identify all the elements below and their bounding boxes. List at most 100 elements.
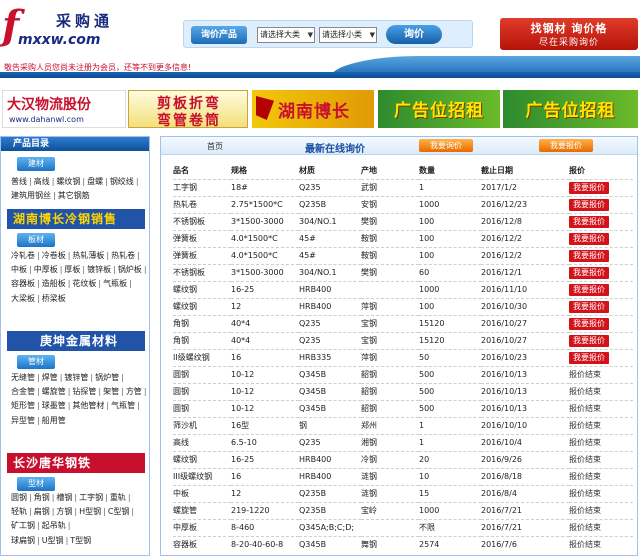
category-link[interactable]: 建筑用钢丝 bbox=[11, 191, 51, 200]
category-link[interactable]: 扁钢 bbox=[34, 507, 50, 516]
category-link[interactable]: 锅炉板 bbox=[118, 265, 142, 274]
category-minor-select[interactable]: 请选择小类 ▼ bbox=[319, 27, 377, 43]
category-link[interactable]: 无缝管 bbox=[11, 373, 35, 382]
request-inquiry-button[interactable]: 我要询价 bbox=[419, 139, 473, 152]
category-link[interactable]: 合金管 bbox=[11, 387, 35, 396]
quote-button[interactable]: 我要报价 bbox=[569, 249, 609, 262]
category-link[interactable]: 普线 bbox=[11, 177, 27, 186]
table-row[interactable]: 螺纹钢 12 HRB400 萍钢 100 2016/10/30 我要报价 bbox=[173, 297, 633, 315]
promo-banner[interactable]: 找钢材 询价格 尽在采购询价 bbox=[500, 18, 638, 50]
submit-quote-button[interactable]: 我要报价 bbox=[539, 139, 593, 152]
category-link[interactable]: 大梁板 bbox=[11, 294, 35, 303]
category-link[interactable]: 方管 bbox=[126, 387, 142, 396]
table-row[interactable]: 圆钢 10-12 Q345B 韶钢 500 2016/10/13 报价结束 bbox=[173, 399, 633, 417]
table-row[interactable]: 中厚板 8-460 Q345A;B;C;D; 不限 2016/7/21 报价结束 bbox=[173, 518, 633, 536]
category-link[interactable]: 镀锌板 bbox=[87, 265, 111, 274]
category-link[interactable]: 工字钢 bbox=[79, 493, 103, 502]
sidebar-banner-tanghua[interactable]: 长沙唐华钢铁 bbox=[7, 453, 145, 473]
table-row[interactable]: 热轧卷 2.75*1500*C Q235B 安钢 1000 2016/12/23 我要报价 bbox=[173, 195, 633, 213]
category-link[interactable]: 圆钢 bbox=[11, 493, 27, 502]
table-row[interactable]: 不锈钢板 3*1500-3000 304/NO.1 樊钢 100 2016/12/8 我要报… bbox=[173, 212, 633, 230]
table-row[interactable]: 螺纹钢 16-25 HRB400 1000 2016/11/10 我要报价 bbox=[173, 280, 633, 298]
category-link[interactable]: 高线 bbox=[34, 177, 50, 186]
table-row[interactable]: 中板 12 Q235B 涟钢 15 2016/8/4 报价结束 bbox=[173, 484, 633, 502]
category-link[interactable]: 矿工钢 bbox=[11, 521, 35, 530]
category-link[interactable]: 容器板 bbox=[11, 279, 35, 288]
category-link[interactable]: 花纹板 bbox=[72, 279, 96, 288]
home-link[interactable]: 首页 bbox=[207, 141, 223, 152]
table-row[interactable]: 容器板 8-20-40-60-8 Q345B 舞钢 2574 2016/7/6 报价结束 bbox=[173, 535, 633, 553]
table-row[interactable]: 不锈钢板 3*1500-3000 304/NO.1 樊钢 60 2016/12/1 我要报价 bbox=[173, 263, 633, 281]
ad-banner-for-rent-1[interactable]: 广告位招租 bbox=[378, 90, 500, 128]
category-link[interactable]: 重轨 bbox=[110, 493, 126, 502]
category-link[interactable]: 船用管 bbox=[42, 416, 66, 425]
quote-button[interactable]: 我要报价 bbox=[569, 266, 609, 279]
category-link[interactable]: 球扁钢 bbox=[11, 536, 35, 545]
category-link[interactable]: 焊管 bbox=[42, 373, 58, 382]
category-link[interactable]: 螺纹钢 bbox=[56, 177, 80, 186]
table-row[interactable]: 角钢 40*4 Q235 宝钢 15120 2016/10/27 我要报价 bbox=[173, 314, 633, 332]
table-row[interactable]: 高线 6.5-10 Q235 湘钢 1 2016/10/4 报价结束 bbox=[173, 433, 633, 451]
category-link[interactable]: 其他管材 bbox=[72, 401, 104, 410]
quote-button[interactable]: 我要报价 bbox=[569, 181, 609, 194]
table-row[interactable]: II级螺纹钢 16 HRB335 萍钢 50 2016/10/23 我要报价 bbox=[173, 348, 633, 366]
category-link[interactable]: 起吊轨 bbox=[42, 521, 66, 530]
category-link[interactable]: 镀锌管 bbox=[64, 373, 88, 382]
category-link[interactable]: 钻探管 bbox=[72, 387, 96, 396]
quote-button[interactable]: 我要报价 bbox=[569, 334, 609, 347]
ad-banner-dahan[interactable]: 大汉物流股份 www.dahanwl.com bbox=[2, 90, 126, 128]
category-link[interactable]: 螺旋管 bbox=[42, 387, 66, 396]
category-link[interactable]: 造船板 bbox=[42, 279, 66, 288]
table-row[interactable]: 工字钢 18# Q235 武钢 1 2017/1/2 我要报价 bbox=[173, 178, 633, 196]
sidebar-banner-gengkun[interactable]: 庚坤金属材料 bbox=[7, 331, 145, 351]
category-link[interactable]: 锅炉管 bbox=[95, 373, 119, 382]
site-logo[interactable]: f 采购通 mxxw.com bbox=[2, 6, 147, 49]
category-major-select[interactable]: 请选择大类 ▼ bbox=[257, 27, 315, 43]
category-tag-section[interactable]: 型材 bbox=[17, 477, 55, 491]
category-link[interactable]: 中厚板 bbox=[34, 265, 58, 274]
category-link[interactable]: 冷轧卷 bbox=[11, 251, 35, 260]
category-link[interactable]: 冷卷板 bbox=[42, 251, 66, 260]
quote-button[interactable]: 我要报价 bbox=[569, 198, 609, 211]
category-link[interactable]: 中板 bbox=[11, 265, 27, 274]
category-link[interactable]: 气瓶板 bbox=[103, 279, 127, 288]
category-link[interactable]: 矩形管 bbox=[11, 401, 35, 410]
category-link[interactable]: 其它钢筋 bbox=[58, 191, 90, 200]
category-link[interactable]: C型钢 bbox=[108, 507, 130, 516]
quote-button[interactable]: 我要报价 bbox=[569, 351, 609, 364]
category-link[interactable]: 轻轨 bbox=[11, 507, 27, 516]
table-row[interactable]: 弹簧板 4.0*1500*C 45# 鞍钢 100 2016/12/2 我要报价 bbox=[173, 246, 633, 264]
table-row[interactable]: 螺旋管 219-1220 Q235B 宝岭 1000 2016/7/21 报价结束 bbox=[173, 501, 633, 519]
category-link[interactable]: 钢绞线 bbox=[110, 177, 134, 186]
category-link[interactable]: 角钢 bbox=[34, 493, 50, 502]
quote-button[interactable]: 我要报价 bbox=[569, 317, 609, 330]
category-link[interactable]: 球墨管 bbox=[42, 401, 66, 410]
quote-button[interactable]: 我要报价 bbox=[569, 283, 609, 296]
sidebar-banner-bochang[interactable]: 湖南博长冷钢销售 bbox=[7, 209, 145, 229]
quote-button[interactable]: 我要报价 bbox=[569, 215, 609, 228]
category-link[interactable]: 盘螺 bbox=[87, 177, 103, 186]
ad-banner-shearing[interactable]: 剪板折弯 弯管卷筒 bbox=[128, 90, 248, 128]
table-row[interactable]: 弹簧板 4.0*1500*C 45# 鞍钢 100 2016/12/2 我要报价 bbox=[173, 229, 633, 247]
table-row[interactable]: 螺纹钢 16-25 HRB400 冷钢 20 2016/9/26 报价结束 bbox=[173, 450, 633, 468]
category-link[interactable]: 方钢 bbox=[56, 507, 72, 516]
category-link[interactable]: 架管 bbox=[103, 387, 119, 396]
category-link[interactable]: H型钢 bbox=[79, 507, 101, 516]
category-tag-building[interactable]: 建材 bbox=[17, 157, 55, 171]
category-link[interactable]: 热轧卷 bbox=[111, 251, 135, 260]
category-link[interactable]: 气瓶管 bbox=[111, 401, 135, 410]
table-row[interactable]: III级螺纹钢 16 HRB400 涟钢 10 2016/8/18 报价结束 bbox=[173, 467, 633, 485]
table-row[interactable]: 圆钢 10-12 Q345B 韶钢 500 2016/10/13 报价结束 bbox=[173, 365, 633, 383]
category-link[interactable]: U型钢 bbox=[42, 536, 64, 545]
category-link[interactable]: 厚板 bbox=[64, 265, 80, 274]
category-tag-plate[interactable]: 板材 bbox=[17, 233, 55, 247]
category-link[interactable]: T型钢 bbox=[70, 536, 91, 545]
category-tag-pipe[interactable]: 管材 bbox=[17, 355, 55, 369]
category-link[interactable]: 热轧薄板 bbox=[72, 251, 104, 260]
table-row[interactable]: 圆钢 10-12 Q345B 韶钢 500 2016/10/13 报价结束 bbox=[173, 382, 633, 400]
category-link[interactable]: 异型管 bbox=[11, 416, 35, 425]
quote-button[interactable]: 我要报价 bbox=[569, 232, 609, 245]
category-link[interactable]: 桥梁板 bbox=[42, 294, 66, 303]
table-row[interactable]: 角钢 40*4 Q235 宝钢 15120 2016/10/27 我要报价 bbox=[173, 331, 633, 349]
ad-banner-for-rent-2[interactable]: 广告位招租 bbox=[503, 90, 638, 128]
